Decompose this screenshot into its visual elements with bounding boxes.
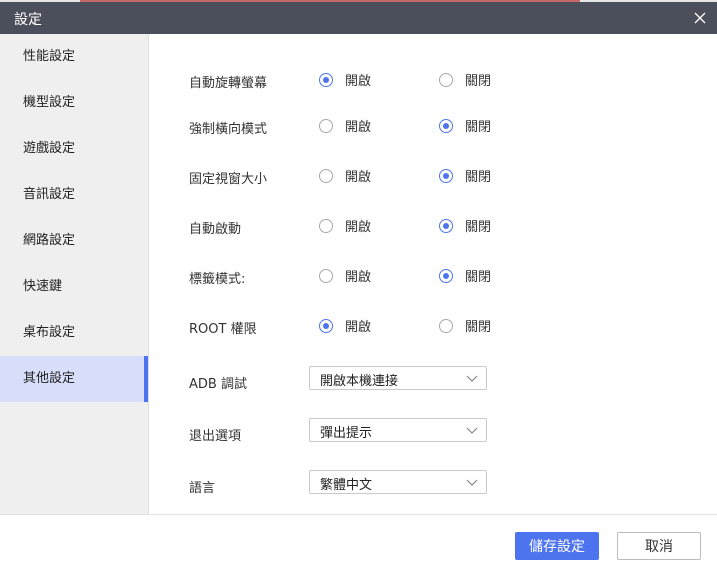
adb-debug-select[interactable]: 開啟本機連接 (309, 366, 487, 390)
radio-off[interactable]: 關閉 (439, 316, 491, 335)
sidebar-item-wallpaper[interactable]: 桌布設定 (0, 310, 148, 356)
sidebar-item-label: 遊戲設定 (23, 141, 76, 156)
exit-option-select[interactable]: 彈出提示 (309, 418, 487, 442)
settings-panel: 自動旋轉螢幕 開啟 關閉 強制橫向模式 開啟 關閉 固定視窗大小 開啟 關閉 自… (149, 34, 717, 514)
sidebar-item-game[interactable]: 遊戲設定 (0, 126, 148, 172)
sidebar-item-label: 其他設定 (23, 371, 76, 386)
radio-label: 關閉 (465, 74, 492, 89)
radio-circle (439, 218, 453, 233)
sidebar-item-label: 性能設定 (23, 49, 76, 64)
radio-label: 關閉 (465, 170, 492, 185)
close-icon[interactable] (691, 9, 709, 27)
dialog-title: 設定 (14, 12, 42, 28)
sidebar-item-network[interactable]: 網路設定 (0, 218, 148, 264)
dialog-footer: 儲存設定 取消 (0, 514, 717, 574)
radio-circle (439, 118, 453, 133)
setting-row-fixed-window-size: 固定視窗大小 開啟 關閉 (189, 164, 689, 188)
setting-label: ADB 調試 (189, 377, 247, 392)
sidebar-item-label: 桌布設定 (23, 325, 76, 340)
radio-off[interactable]: 關閉 (439, 116, 491, 135)
radio-label: 開啟 (345, 74, 372, 89)
radio-on[interactable]: 開啟 (319, 70, 371, 89)
chevron-down-icon (466, 375, 478, 382)
sidebar-item-label: 機型設定 (23, 95, 76, 110)
radio-label: 開啟 (345, 270, 372, 285)
setting-row-auto-rotate: 自動旋轉螢幕 開啟 關閉 (189, 68, 689, 92)
radio-circle (319, 72, 333, 87)
radio-off[interactable]: 關閉 (439, 70, 491, 89)
setting-label: 固定視窗大小 (189, 172, 268, 187)
radio-off[interactable]: 關閉 (439, 216, 491, 235)
sidebar-item-label: 快速鍵 (23, 279, 63, 294)
radio-off[interactable]: 關閉 (439, 266, 491, 285)
radio-label: 開啟 (345, 320, 372, 335)
setting-label: 語言 (189, 481, 216, 496)
select-value: 開啟本機連接 (320, 374, 399, 389)
radio-label: 關閉 (465, 270, 492, 285)
title-bar: 設定 (0, 2, 717, 34)
radio-label: 關閉 (465, 320, 492, 335)
radio-circle (319, 318, 333, 333)
setting-row-auto-start: 自動啟動 開啟 關閉 (189, 214, 689, 238)
sidebar-item-performance[interactable]: 性能設定 (0, 34, 148, 80)
radio-circle (439, 72, 453, 87)
radio-label: 開啟 (345, 220, 372, 235)
radio-circle (439, 268, 453, 283)
setting-label: 自動旋轉螢幕 (189, 76, 268, 91)
radio-label: 關閉 (465, 220, 492, 235)
radio-label: 開啟 (345, 120, 372, 135)
sidebar-item-other[interactable]: 其他設定 (0, 356, 148, 402)
radio-circle (439, 168, 453, 183)
chevron-down-icon (466, 479, 478, 486)
radio-on[interactable]: 開啟 (319, 316, 371, 335)
radio-circle (319, 118, 333, 133)
save-button[interactable]: 儲存設定 (515, 532, 599, 560)
select-value: 繁體中文 (320, 478, 373, 493)
radio-on[interactable]: 開啟 (319, 166, 371, 185)
sidebar-item-label: 網路設定 (23, 233, 76, 248)
radio-on[interactable]: 開啟 (319, 216, 371, 235)
setting-label: 標籤模式: (189, 272, 246, 287)
sidebar-item-audio[interactable]: 音訊設定 (0, 172, 148, 218)
radio-off[interactable]: 關閉 (439, 166, 491, 185)
radio-circle (439, 318, 453, 333)
setting-row-root: ROOT 權限 開啟 關閉 (189, 314, 689, 338)
setting-label: 強制橫向模式 (189, 122, 268, 137)
select-value: 彈出提示 (320, 426, 373, 441)
radio-circle (319, 168, 333, 183)
radio-circle (319, 268, 333, 283)
setting-row-force-landscape: 強制橫向模式 開啟 關閉 (189, 114, 689, 138)
chevron-down-icon (466, 427, 478, 434)
setting-label: 退出選項 (189, 429, 242, 444)
language-select[interactable]: 繁體中文 (309, 470, 487, 494)
radio-label: 關閉 (465, 120, 492, 135)
radio-circle (319, 218, 333, 233)
sidebar-item-label: 音訊設定 (23, 187, 76, 202)
setting-row-exit-option: 退出選項 彈出提示 (189, 418, 689, 445)
settings-sidebar: 性能設定 機型設定 遊戲設定 音訊設定 網路設定 快速鍵 桌布設定 其他設定 (0, 34, 149, 514)
radio-label: 開啟 (345, 170, 372, 185)
sidebar-item-device-model[interactable]: 機型設定 (0, 80, 148, 126)
setting-row-language: 語言 繁體中文 (189, 470, 689, 497)
sidebar-item-hotkeys[interactable]: 快速鍵 (0, 264, 148, 310)
radio-on[interactable]: 開啟 (319, 266, 371, 285)
setting-row-adb-debug: ADB 調試 開啟本機連接 (189, 366, 689, 393)
cancel-button[interactable]: 取消 (617, 532, 701, 560)
settings-dialog: 設定 性能設定 機型設定 遊戲設定 音訊設定 網路設定 快速鍵 桌布設定 其他設… (0, 2, 717, 574)
radio-on[interactable]: 開啟 (319, 116, 371, 135)
setting-label: 自動啟動 (189, 222, 242, 237)
setting-label: ROOT 權限 (189, 322, 257, 337)
setting-row-tab-mode: 標籤模式: 開啟 關閉 (189, 264, 689, 288)
